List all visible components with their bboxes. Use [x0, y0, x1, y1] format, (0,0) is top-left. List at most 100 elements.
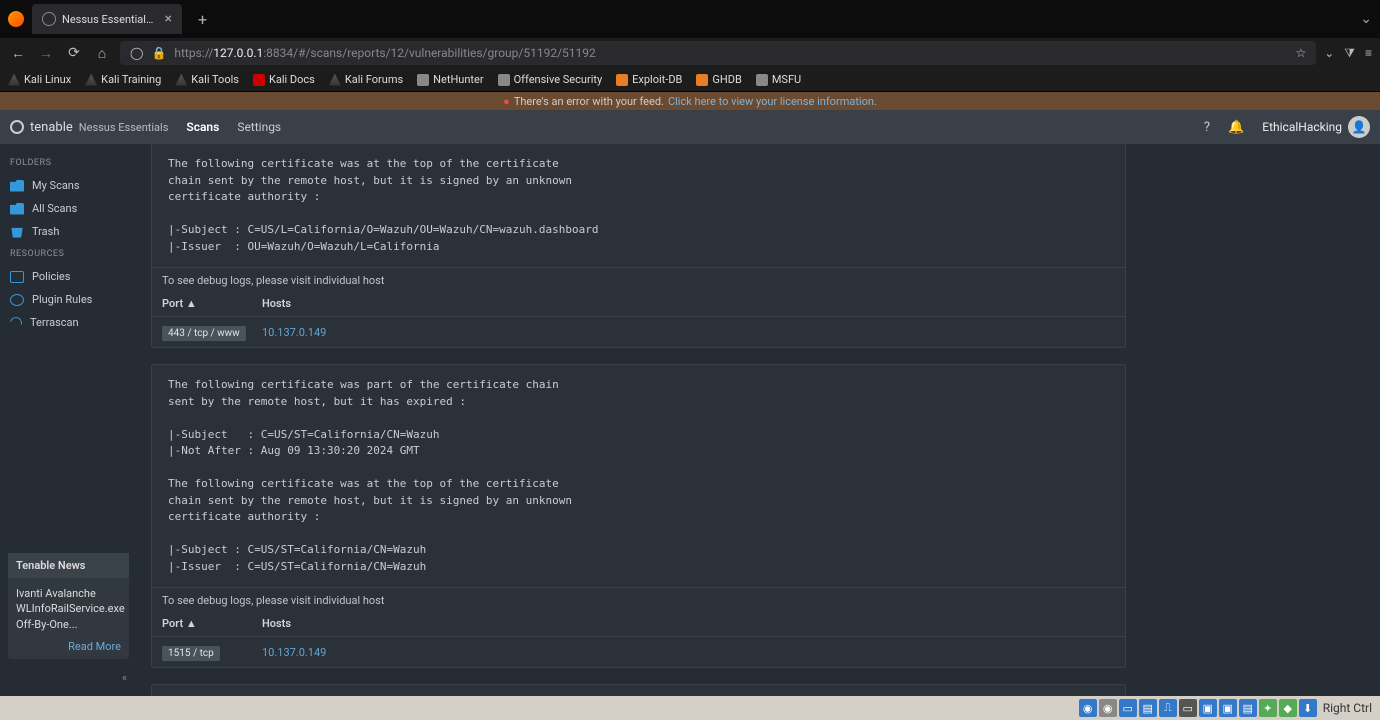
- plugin-output: The following certificate was at the top…: [152, 144, 1125, 267]
- nav-scans[interactable]: Scans: [186, 120, 219, 134]
- bookmark-exploit-db[interactable]: Exploit-DB: [616, 73, 682, 86]
- news-heading: Tenable News: [8, 553, 129, 578]
- folder-icon: [10, 203, 24, 215]
- news-panel: Tenable News Ivanti Avalanche WLInfoRail…: [8, 553, 129, 659]
- offsec-icon: [498, 74, 510, 86]
- bookmark-star-icon[interactable]: ☆: [1295, 46, 1306, 60]
- bookmark-nethunter[interactable]: NetHunter: [417, 73, 483, 86]
- extensions-icon[interactable]: ⧩: [1344, 46, 1355, 61]
- bookmark-ghdb[interactable]: GHDB: [696, 73, 741, 86]
- col-hosts[interactable]: Hosts: [262, 297, 1115, 310]
- warning-icon: ●: [503, 95, 510, 108]
- vm-shared-icon[interactable]: ▣: [1199, 699, 1217, 717]
- bookmark-kali-linux[interactable]: Kali Linux: [8, 73, 71, 86]
- bookmark-kali-training[interactable]: Kali Training: [85, 73, 161, 86]
- tab-favicon-icon: [42, 12, 56, 26]
- table-header: Port ▲ Hosts: [152, 293, 1125, 316]
- main-content[interactable]: The following certificate was at the top…: [137, 144, 1380, 696]
- bookmark-kali-docs[interactable]: Kali Docs: [253, 73, 315, 86]
- col-hosts[interactable]: Hosts: [262, 617, 1115, 630]
- plugin-output: The following certificate was at the top…: [152, 685, 1125, 696]
- brand[interactable]: tenable Nessus Essentials: [10, 120, 168, 135]
- sidebar-folders-heading: FOLDERS: [0, 152, 137, 174]
- new-tab-button[interactable]: +: [190, 10, 215, 29]
- tenable-logo-icon: [10, 120, 24, 134]
- notifications-icon[interactable]: 🔔: [1228, 120, 1244, 135]
- table-header: Port ▲ Hosts: [152, 613, 1125, 636]
- news-body: Ivanti Avalanche WLInfoRailService.exe O…: [8, 578, 129, 640]
- nav-home-icon[interactable]: ⌂: [92, 45, 112, 62]
- sidebar-resources-heading: RESOURCES: [0, 243, 137, 265]
- vm-down-icon[interactable]: ⬇: [1299, 699, 1317, 717]
- folder-icon: [10, 180, 24, 192]
- sidebar-item-my-scans[interactable]: My Scans: [0, 174, 137, 197]
- host-link[interactable]: 10.137.0.149: [262, 646, 326, 659]
- msfu-icon: [756, 74, 768, 86]
- vm-recording-icon[interactable]: ✦: [1259, 699, 1277, 717]
- vm-optical-icon[interactable]: ◉: [1099, 699, 1117, 717]
- kali-icon: [85, 74, 97, 86]
- hamburger-menu-icon[interactable]: ≡: [1365, 46, 1372, 61]
- kali-icon: [175, 74, 187, 86]
- vm-audio-icon[interactable]: ▭: [1179, 699, 1197, 717]
- sidebar-item-trash[interactable]: Trash: [0, 220, 137, 243]
- plugin-output: The following certificate was part of th…: [152, 365, 1125, 587]
- vm-hdd-icon[interactable]: ▭: [1119, 699, 1137, 717]
- terrascan-icon: [8, 314, 24, 330]
- sidebar-item-plugin-rules[interactable]: Plugin Rules: [0, 288, 137, 311]
- app-topnav: tenable Nessus Essentials Scans Settings…: [0, 110, 1380, 144]
- bookmark-offensive-security[interactable]: Offensive Security: [498, 73, 603, 86]
- pocket-icon[interactable]: ⌄: [1324, 46, 1334, 61]
- vm-display-icon[interactable]: ▣: [1219, 699, 1237, 717]
- feed-warning-text: There's an error with your feed.: [514, 95, 664, 108]
- sidebar-collapse-icon[interactable]: «: [112, 667, 137, 688]
- lock-icon: 🔒: [151, 46, 166, 60]
- debug-note: To see debug logs, please visit individu…: [152, 587, 1125, 613]
- vm-network-icon[interactable]: ▤: [1139, 699, 1157, 717]
- nav-back-icon[interactable]: ←: [8, 45, 28, 62]
- shield-icon: ◯: [130, 46, 143, 60]
- vm-host-key-indicator: Right Ctrl: [1319, 701, 1376, 715]
- nav-forward-icon[interactable]: →: [36, 45, 56, 62]
- host-link[interactable]: 10.137.0.149: [262, 326, 326, 339]
- policy-icon: [10, 271, 24, 283]
- nethunter-icon: [417, 74, 429, 86]
- vm-usb-icon[interactable]: ⎍: [1159, 699, 1177, 717]
- url-input[interactable]: ◯ 🔒 https://127.0.0.1:8834/#/scans/repor…: [120, 41, 1316, 65]
- vm-clipboard-icon[interactable]: ▤: [1239, 699, 1257, 717]
- url-text: https://127.0.0.1:8834/#/scans/reports/1…: [174, 46, 595, 60]
- browser-tab[interactable]: Nessus Essentials / Folde ×: [32, 4, 182, 34]
- feed-warning-link[interactable]: Click here to view your license informat…: [668, 95, 877, 108]
- bookmark-kali-forums[interactable]: Kali Forums: [329, 73, 403, 86]
- tab-title: Nessus Essentials / Folde: [62, 13, 159, 26]
- col-port[interactable]: Port ▲: [162, 617, 262, 630]
- browser-titlebar: Nessus Essentials / Folde × + ⌄: [0, 0, 1380, 38]
- sidebar: FOLDERS My Scans All Scans Trash RESOURC…: [0, 144, 137, 696]
- exploitdb-icon: [616, 74, 628, 86]
- nav-reload-icon[interactable]: ⟳: [64, 45, 84, 61]
- window-expand-icon[interactable]: ⌄: [1360, 11, 1372, 27]
- sidebar-item-all-scans[interactable]: All Scans: [0, 197, 137, 220]
- vuln-output-card: The following certificate was part of th…: [151, 364, 1126, 668]
- news-read-more-link[interactable]: Read More: [8, 640, 129, 659]
- vm-recording2-icon[interactable]: ◆: [1279, 699, 1297, 717]
- help-icon[interactable]: ?: [1204, 120, 1210, 135]
- port-badge: 1515 / tcp: [162, 646, 220, 661]
- user-menu[interactable]: EthicalHacking 👤: [1262, 116, 1370, 138]
- browser-toolbar: ← → ⟳ ⌂ ◯ 🔒 https://127.0.0.1:8834/#/sca…: [0, 38, 1380, 68]
- kali-icon: [8, 74, 20, 86]
- bookmark-msfu[interactable]: MSFU: [756, 73, 801, 86]
- bookmark-kali-tools[interactable]: Kali Tools: [175, 73, 239, 86]
- avatar-icon: 👤: [1348, 116, 1370, 138]
- sidebar-item-policies[interactable]: Policies: [0, 265, 137, 288]
- nav-settings[interactable]: Settings: [237, 120, 281, 134]
- ghdb-icon: [696, 74, 708, 86]
- tab-close-icon[interactable]: ×: [165, 11, 172, 27]
- kali-icon: [329, 74, 341, 86]
- col-port[interactable]: Port ▲: [162, 297, 262, 310]
- vm-disk-icon[interactable]: ◉: [1079, 699, 1097, 717]
- sidebar-item-terrascan[interactable]: Terrascan: [0, 311, 137, 334]
- bookmarks-toolbar: Kali Linux Kali Training Kali Tools Kali…: [0, 68, 1380, 92]
- vuln-output-card: The following certificate was at the top…: [151, 144, 1126, 348]
- port-badge: 443 / tcp / www: [162, 326, 246, 341]
